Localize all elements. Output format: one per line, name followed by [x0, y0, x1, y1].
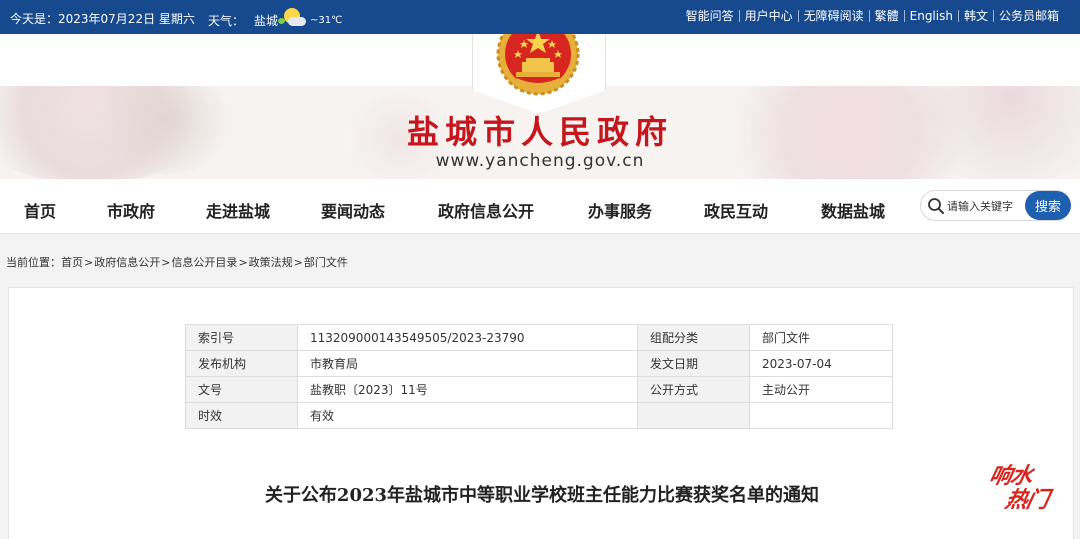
link-user-center[interactable]: 用户中心	[738, 10, 798, 22]
meta-value: 113209000143549505/2023-23790	[297, 324, 638, 351]
table-row: 索引号 113209000143549505/2023-23790 组配分类 部…	[185, 324, 893, 351]
breadcrumb-label: 当前位置：	[6, 256, 61, 269]
header-banner: 盐城市人民政府 www.yancheng.gov.cn	[0, 34, 1080, 179]
main-nav: 首页 市政府 走进盐城 要闻动态 政府信息公开 办事服务 政民互动 数据盐城	[0, 179, 1080, 234]
breadcrumb-home[interactable]: 首页	[61, 256, 83, 269]
nav-item-home[interactable]: 首页	[24, 198, 56, 222]
table-row: 文号 盐教职〔2023〕11号 公开方式 主动公开	[185, 376, 893, 403]
breadcrumb: 当前位置：首页>政府信息公开>信息公开目录>政策法规>部门文件	[6, 256, 348, 269]
link-english[interactable]: English	[903, 10, 958, 22]
top-links: 智能问答 用户中心 无障碍阅读 繁體 English 韩文 公务员邮箱	[681, 10, 1064, 22]
current-date: 今天是：2023年07月22日 星期六	[10, 12, 195, 26]
watermark-line-2: 热门	[1002, 488, 1051, 513]
meta-value	[749, 402, 893, 429]
nav-item-services[interactable]: 办事服务	[588, 198, 652, 222]
search-icon	[928, 198, 944, 214]
top-bar: 今天是：2023年07月22日 星期六 天气： 盐城 ~31℃ 智能问答 用户中…	[0, 0, 1080, 34]
meta-key: 时效	[185, 402, 298, 429]
nav-item-interaction[interactable]: 政民互动	[704, 198, 768, 222]
meta-key: 公开方式	[637, 376, 750, 403]
meta-value: 市教育局	[297, 350, 638, 377]
breadcrumb-info-disclosure[interactable]: 政府信息公开	[94, 256, 160, 269]
site-title: 盐城市人民政府	[406, 113, 673, 151]
meta-value: 部门文件	[749, 324, 893, 351]
nav-item-about-yancheng[interactable]: 走进盐城	[206, 198, 270, 222]
breadcrumb-policy[interactable]: 政策法规	[249, 256, 293, 269]
meta-key: 发布机构	[185, 350, 298, 377]
national-emblem-icon[interactable]	[494, 34, 582, 98]
weather-city: 盐城	[254, 13, 279, 28]
document-title: 关于公布2023年盐城市中等职业学校班主任能力比赛获奖名单的通知	[264, 485, 820, 506]
article-panel: 索引号 113209000143549505/2023-23790 组配分类 部…	[8, 287, 1074, 539]
meta-key: 文号	[185, 376, 298, 403]
link-accessibility[interactable]: 无障碍阅读	[797, 10, 869, 22]
meta-value: 主动公开	[749, 376, 893, 403]
meta-value: 2023-07-04	[749, 350, 893, 377]
breadcrumb-info-catalog[interactable]: 信息公开目录	[171, 256, 237, 269]
document-meta-table: 索引号 113209000143549505/2023-23790 组配分类 部…	[185, 324, 893, 429]
nav-item-news[interactable]: 要闻动态	[321, 198, 385, 222]
weather-label: 天气：	[208, 13, 245, 28]
partly-cloudy-icon	[278, 8, 307, 28]
meta-value: 盐教职〔2023〕11号	[297, 376, 638, 403]
watermark-logo: 响水 热门	[987, 458, 1068, 514]
search-input[interactable]	[947, 197, 1023, 215]
search-button[interactable]: 搜索	[1025, 191, 1071, 220]
weather-widget: 天气： 盐城 ~31℃	[208, 8, 343, 30]
weather-temp: ~31℃	[310, 14, 343, 26]
table-row: 时效 有效	[185, 402, 893, 429]
meta-key: 发文日期	[637, 350, 750, 377]
link-email[interactable]: 公务员邮箱	[992, 10, 1064, 22]
nav-item-city-government[interactable]: 市政府	[107, 198, 155, 222]
meta-key	[637, 402, 750, 429]
nav-item-data-yancheng[interactable]: 数据盐城	[821, 198, 885, 222]
search-box: 搜索	[920, 190, 1071, 221]
meta-key: 组配分类	[637, 324, 750, 351]
meta-value: 有效	[297, 402, 638, 429]
table-row: 发布机构 市教育局 发文日期 2023-07-04	[185, 350, 893, 377]
link-traditional[interactable]: 繁體	[868, 10, 904, 22]
site-url: www.yancheng.gov.cn	[435, 151, 645, 171]
breadcrumb-department-docs[interactable]: 部门文件	[304, 256, 348, 269]
meta-key: 索引号	[185, 324, 298, 351]
link-korean[interactable]: 韩文	[957, 10, 993, 22]
nav-item-info-disclosure[interactable]: 政府信息公开	[438, 198, 534, 222]
link-smart-qa[interactable]: 智能问答	[681, 10, 739, 22]
